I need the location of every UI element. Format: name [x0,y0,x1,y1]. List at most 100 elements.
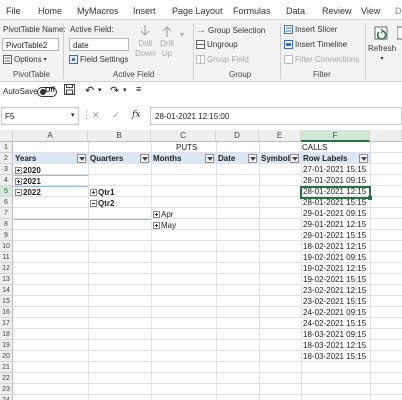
row-header[interactable]: 24 [0,395,13,400]
row-header[interactable]: 20 [0,351,13,362]
tab-data[interactable]: Data [286,6,305,16]
pivot-header-months[interactable]: Months [152,153,216,164]
column-header-a[interactable]: A [13,130,88,142]
row-label-cell[interactable]: 24-02-2021 15:15 [303,318,366,329]
row-header[interactable]: 16 [0,307,13,318]
row-label-cell[interactable]: 18-03-2021 12:15 [303,340,366,351]
row-header[interactable]: 8 [0,219,13,230]
puts-label[interactable]: PUTS [176,142,197,153]
row-header[interactable]: 12 [0,263,13,274]
row-label-cell[interactable]: 29-01-2021 12:15 [303,219,366,230]
row-label-cell[interactable]: 18-03-2021 09:15 [303,329,366,340]
expand-icon[interactable] [153,222,160,229]
tab-insert[interactable]: Insert [133,6,156,16]
row-label-cell[interactable]: 24-02-2021 09:15 [303,307,366,318]
row-header[interactable]: 9 [0,230,13,241]
filter-dropdown-icon[interactable] [77,154,86,163]
filter-dropdown-icon[interactable] [140,154,149,163]
insert-timeline-button[interactable]: Insert Timeline [284,40,347,49]
row-header[interactable]: 14 [0,285,13,296]
row-header[interactable]: 18 [0,329,13,340]
tab-more[interactable]: D [395,6,402,16]
expand-icon[interactable] [153,211,160,218]
row-header[interactable]: 5 [0,186,13,197]
tab-home[interactable]: Home [38,6,62,16]
column-header-g[interactable] [370,130,402,142]
filter-connections-button[interactable]: Filter Connections [284,55,359,64]
row-label-cell[interactable]: 19-02-2021 09:15 [303,252,366,263]
enter-icon[interactable]: ✓ [112,110,120,121]
tab-page-layout[interactable]: Page Layout [172,6,223,16]
row-header[interactable]: 15 [0,296,13,307]
insert-function-icon[interactable]: fx [132,110,140,120]
row-label-cell[interactable]: 29-01-2021 15:15 [303,230,366,241]
row-label-cell[interactable]: 18-02-2021 12:15 [303,241,366,252]
ungroup-button[interactable]: Ungroup [196,40,238,49]
tab-mymacros[interactable]: MyMacros [77,6,119,16]
data-icon[interactable] [397,24,402,42]
chevron-down-icon[interactable]: ▾ [71,111,75,119]
select-all-corner[interactable] [0,130,13,142]
refresh-button[interactable]: Refresh ▾ [368,24,396,62]
row-label-cell[interactable]: 23-02-2021 15:15 [303,296,366,307]
pivottable-name-input[interactable]: PivotTable2 [2,38,59,51]
expand-icon[interactable] [15,178,22,185]
collapse-icon[interactable] [90,200,97,207]
group-selection-button[interactable]: → Group Selection [196,25,265,36]
pivot-header-symbol[interactable]: Symbol [260,153,301,164]
row-label-cell[interactable]: 29-01-2021 09:15 [303,208,366,219]
drill-up-button[interactable]: Drill Up [160,24,174,58]
filter-dropdown-icon[interactable] [205,154,214,163]
column-header-b[interactable]: B [88,130,151,142]
customize-qat-icon[interactable]: ≡ [136,84,141,94]
row-header[interactable]: 22 [0,373,13,384]
tab-formulas[interactable]: Formulas [233,6,271,16]
filter-dropdown-icon[interactable] [290,154,299,163]
expand-icon[interactable] [90,189,97,196]
tab-view[interactable]: View [361,6,380,16]
row-header[interactable]: 7 [0,208,13,219]
filter-dropdown-icon[interactable] [248,154,257,163]
undo-icon[interactable]: ↶ [85,84,94,97]
row-header[interactable]: 21 [0,362,13,373]
pivot-year-item[interactable]: 2022 [15,187,41,198]
field-settings-button[interactable]: Field Settings [69,55,128,64]
column-header-c[interactable]: C [151,130,216,142]
pivot-month-item[interactable]: May [153,220,176,231]
tab-file[interactable]: File [6,6,21,16]
row-label-cell[interactable]: 18-03-2021 15:15 [303,351,366,362]
cancel-icon[interactable]: ✕ [92,110,100,121]
pivot-header-row-labels[interactable]: Row Labels [302,153,370,164]
calls-label[interactable]: CALLS [302,142,327,153]
row-header[interactable]: 1 [0,142,13,153]
group-field-button[interactable]: Group Field [196,55,249,64]
row-header[interactable]: 4 [0,175,13,186]
row-header[interactable]: 11 [0,252,13,263]
filter-dropdown-icon[interactable] [359,154,368,163]
column-header-f[interactable]: F [301,130,370,142]
column-header-d[interactable]: D [216,130,259,142]
fill-handle[interactable] [368,196,372,200]
row-label-cell[interactable]: 28-01-2021 09:15 [303,175,366,186]
formula-input[interactable]: 28-01-2021 12:15:00 [150,107,402,125]
expand-icon[interactable] [15,167,22,174]
pivot-header-years[interactable]: Years [14,153,88,164]
options-button[interactable]: Options ▾ [3,55,47,64]
column-header-e[interactable]: E [259,130,301,142]
pivot-month-item[interactable]: Apr [153,209,173,220]
row-header[interactable]: 19 [0,340,13,351]
row-header[interactable]: 3 [0,164,13,175]
pivot-quarter-item[interactable]: Qtr1 [90,187,114,198]
selected-cell-f5[interactable] [300,186,371,199]
redo-icon[interactable]: ↷ [110,84,119,97]
row-header[interactable]: 10 [0,241,13,252]
drill-down-button[interactable]: Drill Down [135,24,155,58]
undo-dropdown-icon[interactable]: ▾ [98,86,102,94]
pivot-header-date[interactable]: Date [217,153,259,164]
tab-review[interactable]: Review [322,6,352,16]
active-field-input[interactable]: date [69,38,129,51]
collapse-icon[interactable] [15,189,22,196]
name-box[interactable]: F5 [1,107,79,125]
row-header[interactable]: 17 [0,318,13,329]
row-header[interactable]: 13 [0,274,13,285]
